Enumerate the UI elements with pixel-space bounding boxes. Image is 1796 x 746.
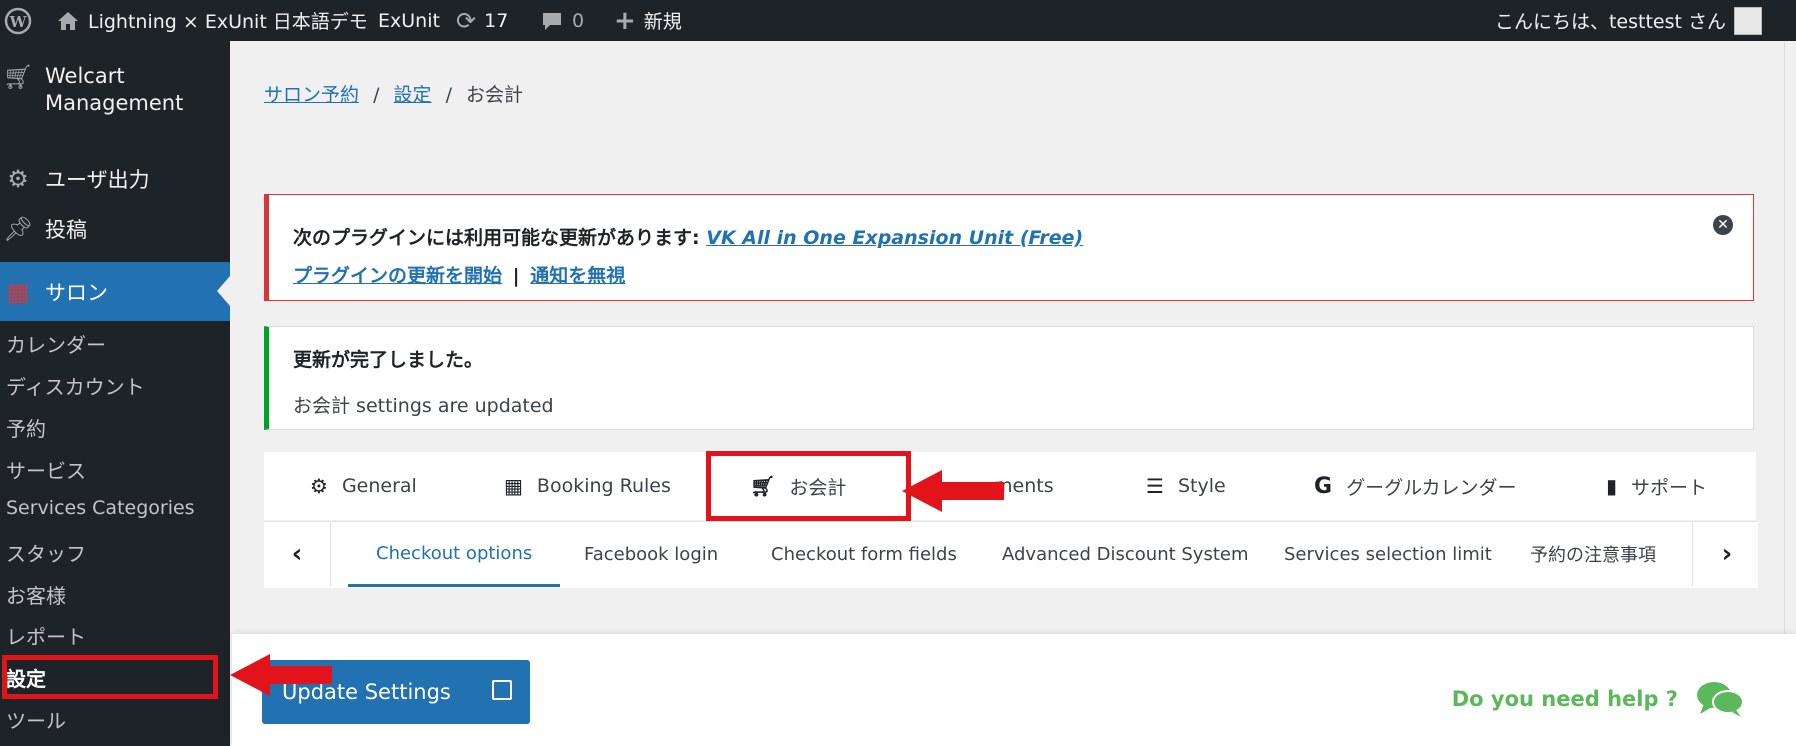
gear-icon: ⚙ <box>7 165 29 193</box>
sidebar-item-salon[interactable]: ▦ サロン <box>0 262 230 321</box>
tab-booking-rules[interactable]: ▦ Booking Rules <box>504 452 671 520</box>
sidebar-item-welcart[interactable]: 🛒︎ Welcart Management <box>0 63 230 117</box>
dismiss-notice-link[interactable]: 通知を無視 <box>530 265 625 287</box>
home-icon <box>58 11 78 30</box>
subtab-facebook-login[interactable]: Facebook login <box>584 522 718 586</box>
calendar-icon: ▦ <box>6 277 30 306</box>
update-success-notice: 更新が完了しました。 お会計 settings are updated <box>264 326 1754 430</box>
settings-tabs: ⚙ General ▦ Booking Rules 🛒︎ お会計 ments ☰… <box>264 452 1756 520</box>
align-left-icon: ☰ <box>1146 474 1164 498</box>
sidebar-item-user-export[interactable]: ⚙ ユーザ出力 <box>0 159 230 199</box>
updates-count: 17 <box>484 9 509 32</box>
tab-style[interactable]: ☰ Style <box>1146 452 1226 520</box>
notice-title: 更新が完了しました。 <box>293 349 484 371</box>
subtab-services-limit[interactable]: Services selection limit <box>1284 522 1492 586</box>
subtab-checkout-form-fields[interactable]: Checkout form fields <box>771 522 957 586</box>
annotation-arrow-menu <box>230 654 332 696</box>
submenu-reports[interactable]: レポート <box>6 621 86 650</box>
tab-google-calendar[interactable]: G グーグルカレンダー <box>1314 452 1517 520</box>
gear-icon: ⚙ <box>310 474 328 498</box>
close-icon[interactable]: ✕ <box>1713 215 1733 235</box>
google-icon: G <box>1314 473 1333 499</box>
submenu-bookings[interactable]: 予約 <box>6 413 46 442</box>
chat-bubbles-icon <box>1697 682 1744 717</box>
current-menu-arrow <box>217 276 230 306</box>
my-account[interactable]: こんにちは、testtest さん <box>1495 0 1762 41</box>
admin-sidebar: 🛒︎ Welcart Management ⚙ ユーザ出力 📌︎ 投稿 ▦ サロ… <box>0 41 230 746</box>
updates-link[interactable]: ⟳ 17 <box>456 0 508 41</box>
submenu-discount[interactable]: ディスカウント <box>6 371 145 400</box>
plus-icon: + <box>614 5 636 36</box>
breadcrumb-current: お会計 <box>466 84 524 106</box>
avatar <box>1734 6 1762 35</box>
cart-icon: 🛒︎ <box>3 63 34 91</box>
submenu-calendar[interactable]: カレンダー <box>6 329 106 358</box>
comment-icon <box>543 12 561 30</box>
chevron-left-icon[interactable]: ‹ <box>264 522 330 586</box>
annotation-arrow-tab <box>902 470 1004 512</box>
settings-footer-bar: Update Settings Do you need help ? <box>232 634 1796 746</box>
checkout-subtabs: ‹ Checkout options Facebook login Checko… <box>264 521 1758 588</box>
chevron-right-icon[interactable]: › <box>1694 522 1760 586</box>
submenu-staff[interactable]: スタッフ <box>6 538 86 567</box>
wordpress-logo-icon[interactable]: W <box>4 0 32 41</box>
comments-count: 0 <box>572 9 585 32</box>
admin-bar: W Lightning × ExUnit 日本語デモ ExUnit ⟳ 17 0… <box>0 0 1796 41</box>
svg-text:W: W <box>9 13 28 31</box>
pin-icon: 📌︎ <box>3 215 34 243</box>
save-icon <box>492 680 512 700</box>
help-link[interactable]: Do you need help ? <box>1452 680 1744 718</box>
submenu-tools[interactable]: ツール <box>6 705 66 734</box>
highlight-checkout-tab <box>706 451 911 521</box>
subtab-booking-notes[interactable]: 予約の注意事項 <box>1530 522 1656 586</box>
subtab-checkout-options[interactable]: Checkout options <box>348 522 561 587</box>
book-icon: ▮ <box>1606 474 1618 498</box>
subtab-advanced-discount[interactable]: Advanced Discount System <box>1002 522 1249 586</box>
plugin-update-notice: 次のプラグインには利用可能な更新があります: VK All in One Exp… <box>264 194 1754 301</box>
new-content-link[interactable]: + 新規 <box>614 0 682 41</box>
breadcrumb: サロン予約 / 設定 / お会計 <box>264 84 524 106</box>
site-name-link[interactable]: Lightning × ExUnit 日本語デモ <box>56 0 368 41</box>
site-name: Lightning × ExUnit 日本語デモ <box>88 11 368 33</box>
plugin-link[interactable]: VK All in One Expansion Unit (Free) <box>706 227 1083 249</box>
greeting: こんにちは、testtest さん <box>1494 11 1726 33</box>
submenu-services-categories[interactable]: Services Categories <box>6 497 195 519</box>
submenu-customers[interactable]: お客様 <box>6 580 66 609</box>
refresh-icon: ⟳ <box>456 6 477 35</box>
submenu-services[interactable]: サービス <box>6 455 86 484</box>
exunit-menu[interactable]: ExUnit <box>378 0 440 41</box>
tab-support[interactable]: ▮ サポート <box>1606 452 1707 520</box>
tab-general[interactable]: ⚙ General <box>310 452 417 520</box>
breadcrumb-settings-link[interactable]: 設定 <box>394 84 432 106</box>
sidebar-item-posts[interactable]: 📌︎ 投稿 <box>0 209 230 249</box>
comments-link[interactable]: 0 <box>540 0 584 41</box>
breadcrumb-salon-link[interactable]: サロン予約 <box>264 84 359 106</box>
highlight-settings-menu <box>2 655 218 699</box>
calendar-icon: ▦ <box>504 474 523 498</box>
notice-message: お会計 settings are updated <box>293 395 554 417</box>
start-update-link[interactable]: プラグインの更新を開始 <box>293 265 502 287</box>
